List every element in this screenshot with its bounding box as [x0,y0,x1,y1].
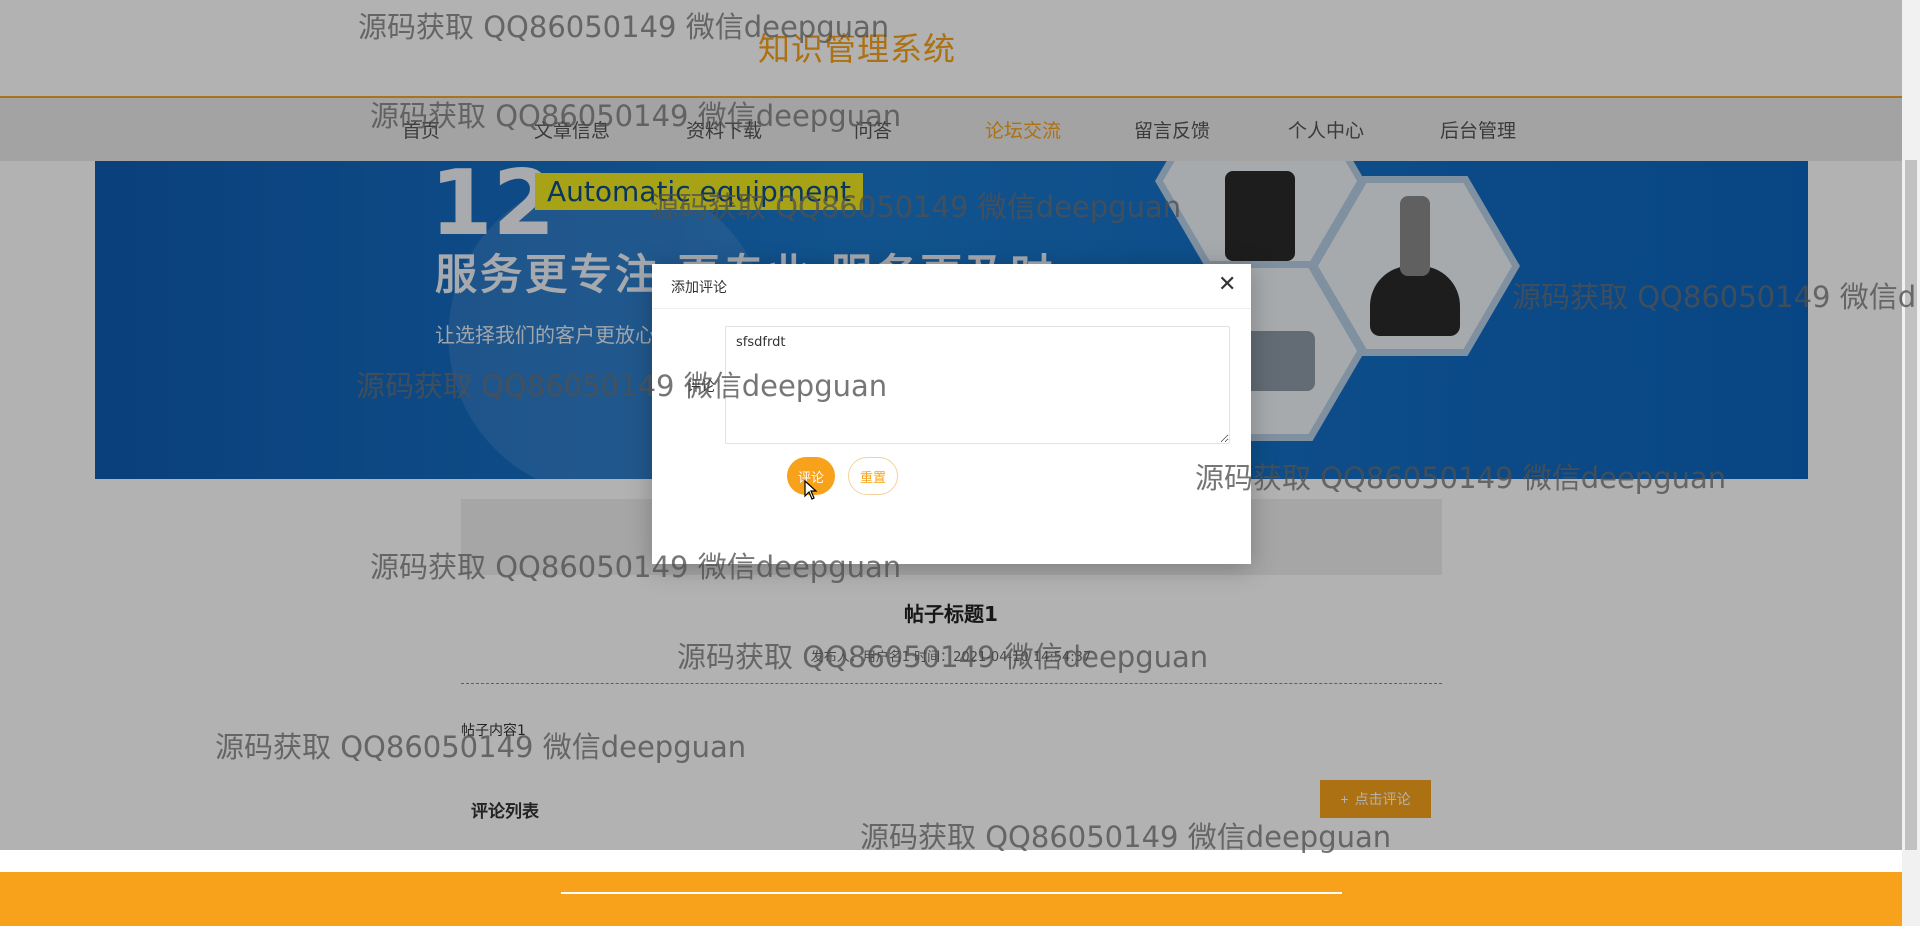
dialog-title: 添加评论 [671,280,727,296]
site-footer [0,872,1920,926]
scrollbar-thumb[interactable] [1905,160,1917,850]
mouse-cursor-icon [804,480,818,500]
reset-button[interactable]: 重置 [848,457,898,495]
dialog-header: 添加评论 ✕ [652,264,1251,309]
comment-field-label: 评论 [687,379,715,395]
close-icon[interactable]: ✕ [1218,274,1236,296]
add-comment-dialog: 添加评论 ✕ 评论 sfsdfrdt 评论 重置 [652,264,1251,564]
comment-textarea[interactable]: sfsdfrdt [725,326,1230,444]
footer-divider [561,892,1342,894]
